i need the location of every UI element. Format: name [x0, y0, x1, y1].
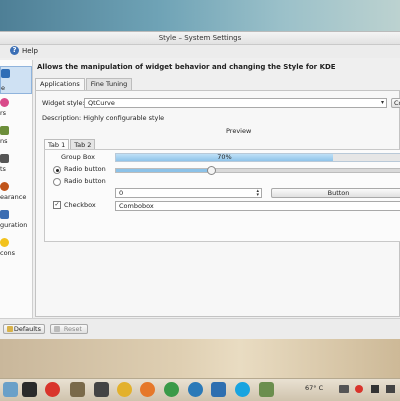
temperature-readout: 67° C	[305, 384, 324, 392]
taskbar: 67° C	[0, 378, 400, 401]
emoticons-icon	[0, 238, 9, 247]
radio-button-1-label: Radio button	[64, 165, 106, 173]
module-heading: Allows the manipulation of widget behavi…	[37, 63, 336, 71]
sidebar-item-label: ts	[0, 165, 6, 173]
radio-button-1[interactable]	[53, 166, 61, 174]
apps-icon[interactable]	[94, 382, 109, 397]
file-manager-icon[interactable]	[3, 382, 18, 397]
module-tabs: Applications Fine Tuning	[35, 78, 133, 90]
menu-bar: ? Help	[0, 45, 400, 58]
radio-button-2-label: Radio button	[64, 177, 106, 185]
network-tray-icon[interactable]	[386, 385, 395, 393]
combobox[interactable]: Combobox	[115, 201, 400, 211]
widget-style-value: QtCurve	[88, 99, 115, 107]
help-icon: ?	[10, 46, 19, 55]
defaults-icon	[7, 326, 13, 332]
wallpaper-top	[0, 0, 400, 32]
slider[interactable]	[115, 166, 400, 175]
widget-style-label: Widget style:	[42, 99, 85, 107]
system-settings-window: Style – System Settings ? Help e rs ns t…	[0, 31, 400, 339]
group-box-label: Group Box	[61, 153, 95, 161]
power-icon[interactable]	[45, 382, 60, 397]
radio-button-2[interactable]	[53, 178, 61, 186]
preview-frame: Group Box 70% Radio button Radio button …	[44, 149, 400, 242]
spin-box[interactable]: 0 ▴ ▾	[115, 188, 262, 198]
sidebar-item-label: rs	[0, 109, 7, 117]
firefox-icon[interactable]	[140, 382, 155, 397]
progress-text: 70%	[217, 153, 232, 161]
chevron-down-icon: ▾	[380, 99, 384, 106]
sidebar-item-label: ns	[0, 137, 8, 145]
reset-label: Reset	[63, 325, 82, 333]
sidebar-item-fonts[interactable]: ts	[0, 152, 32, 180]
style-description: Description: Highly configurable style	[42, 114, 165, 122]
slider-fill	[116, 169, 211, 172]
sidebar-item-label: guration	[0, 221, 28, 229]
colors-icon	[0, 98, 9, 107]
wallpaper-bottom	[0, 336, 400, 378]
help-menu[interactable]: ? Help	[10, 46, 38, 55]
fonts-icon	[0, 154, 9, 163]
sidebar-item-label: earance	[0, 193, 27, 201]
system-icon[interactable]	[211, 382, 226, 397]
preview-button[interactable]: Button	[271, 188, 400, 198]
spin-box-value: 0	[119, 189, 124, 197]
style-icon	[1, 69, 10, 78]
skype-icon[interactable]	[235, 382, 250, 397]
terminal-icon[interactable]	[22, 382, 37, 397]
configure-button[interactable]: Co	[391, 98, 400, 108]
applications-panel: Widget style: QtCurve ▾ Co Description: …	[35, 90, 400, 317]
help-menu-label: Help	[22, 46, 38, 55]
checkbox-label: Checkbox	[64, 201, 96, 209]
pictures-icon[interactable]	[259, 382, 274, 397]
banana-icon[interactable]	[117, 382, 132, 397]
sidebar-item-emoticons[interactable]: cons	[0, 236, 32, 264]
sidebar-item-style[interactable]: e	[0, 66, 32, 94]
volume-icon[interactable]	[371, 385, 379, 393]
bottom-button-bar: Defaults Reset	[0, 318, 400, 339]
sidebar-item-appearance[interactable]: earance	[0, 180, 32, 208]
tab-fine-tuning[interactable]: Fine Tuning	[85, 78, 133, 90]
sidebar-item-configuration[interactable]: guration	[0, 208, 32, 236]
slider-handle[interactable]	[207, 166, 216, 175]
defaults-button[interactable]: Defaults	[3, 324, 45, 334]
window-title: Style – System Settings	[0, 32, 400, 45]
appearance-icon	[0, 182, 9, 191]
update-icon[interactable]	[355, 385, 363, 393]
combobox-value: Combobox	[119, 202, 154, 210]
sidebar-item-colors[interactable]: rs	[0, 96, 32, 124]
sidebar-item-label: cons	[0, 249, 16, 257]
spin-arrows-icon[interactable]: ▴ ▾	[256, 189, 259, 198]
icons-icon	[0, 126, 9, 135]
reset-button[interactable]: Reset	[50, 324, 88, 334]
defaults-label: Defaults	[13, 325, 41, 333]
progress-bar: 70%	[115, 153, 400, 162]
configuration-icon	[0, 210, 9, 219]
sidebar-item-icons[interactable]: ns	[0, 124, 32, 152]
deb-installer-icon[interactable]	[70, 382, 85, 397]
checkbox[interactable]: ✓	[53, 201, 61, 209]
tab-applications[interactable]: Applications	[35, 78, 85, 90]
sidebar-item-label: e	[1, 84, 5, 92]
network-icon[interactable]	[188, 382, 203, 397]
preview-tabs: Tab 1 Tab 2	[44, 139, 96, 150]
reset-icon	[54, 326, 60, 332]
widget-style-combo[interactable]: QtCurve ▾	[84, 98, 387, 108]
chrome-icon[interactable]	[164, 382, 179, 397]
style-module: Allows the manipulation of widget behavi…	[35, 60, 400, 318]
mail-icon[interactable]	[339, 385, 349, 393]
preview-title: Preview	[226, 127, 252, 135]
category-sidebar: e rs ns ts earance guration cons	[0, 60, 33, 318]
